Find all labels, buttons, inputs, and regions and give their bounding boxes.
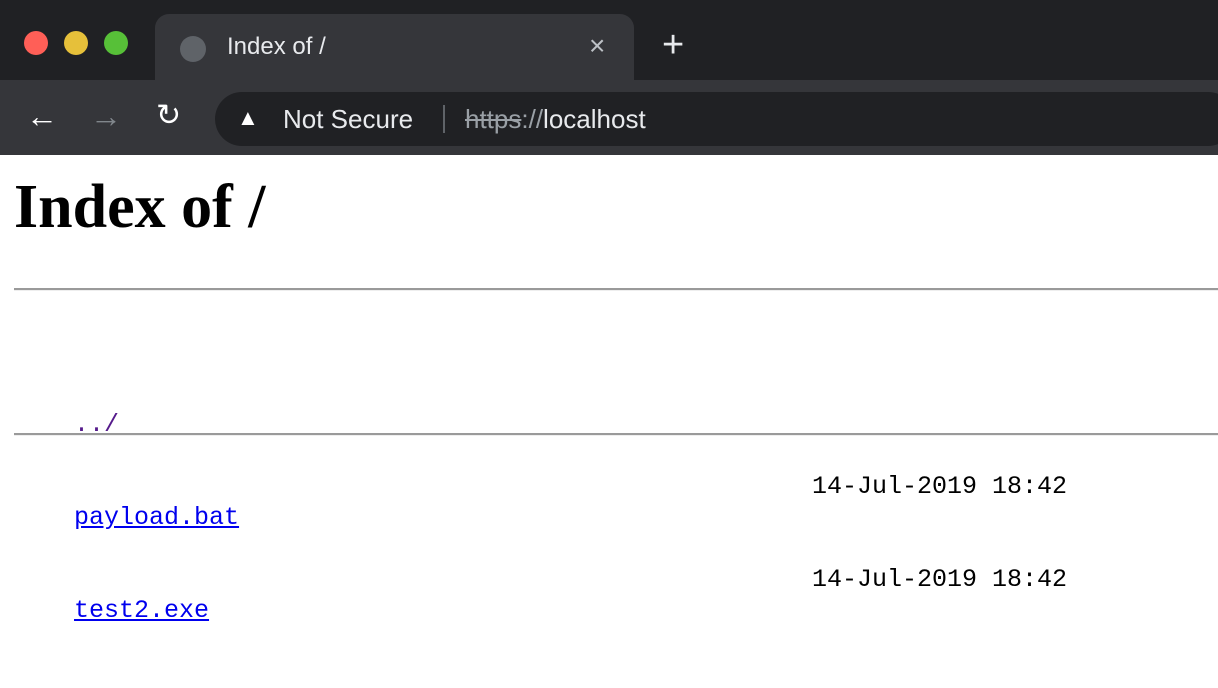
list-item: test2.exe 14-Jul-2019 18:42 [14,564,1067,625]
tab-strip: Index of / × + [0,0,1218,84]
url-separator: :// [521,104,544,134]
url-scheme: https [465,104,522,134]
url-host: localhost [543,104,646,134]
close-window-button[interactable] [24,31,48,55]
forward-icon[interactable]: → [90,98,122,134]
divider [443,105,445,133]
back-icon[interactable]: ← [26,98,58,134]
warning-icon[interactable]: ▲ [237,105,259,131]
minimize-window-button[interactable] [64,31,88,55]
reload-icon[interactable]: ↻ [156,98,181,134]
list-item: payload.bat 14-Jul-2019 18:42 [14,471,1067,532]
file-listing: ../ payload.bat 14-Jul-2019 18:42 test2.… [14,316,1067,626]
toolbar: ← → ↻ ▲ Not Secure https://localhost [0,80,1218,155]
close-tab-icon[interactable]: × [589,30,605,62]
new-tab-button[interactable]: + [662,26,684,64]
url-text[interactable]: https://localhost [465,104,646,135]
address-bar[interactable]: ▲ Not Secure https://localhost [215,92,1218,146]
file-link[interactable]: payload.bat [74,503,239,532]
globe-icon [180,36,206,62]
divider-bottom [14,433,1218,436]
page-title: Index of / [14,173,266,241]
tab-index[interactable]: Index of / × [155,14,634,84]
security-label[interactable]: Not Secure [283,104,413,135]
list-item: ../ [14,378,239,439]
file-date: 14-Jul-2019 18:42 [812,565,1068,594]
file-link[interactable]: test2.exe [74,596,209,625]
file-date: 14-Jul-2019 18:42 [812,472,1068,501]
tab-title: Index of / [227,33,326,60]
maximize-window-button[interactable] [104,31,128,55]
divider-top [14,288,1218,291]
